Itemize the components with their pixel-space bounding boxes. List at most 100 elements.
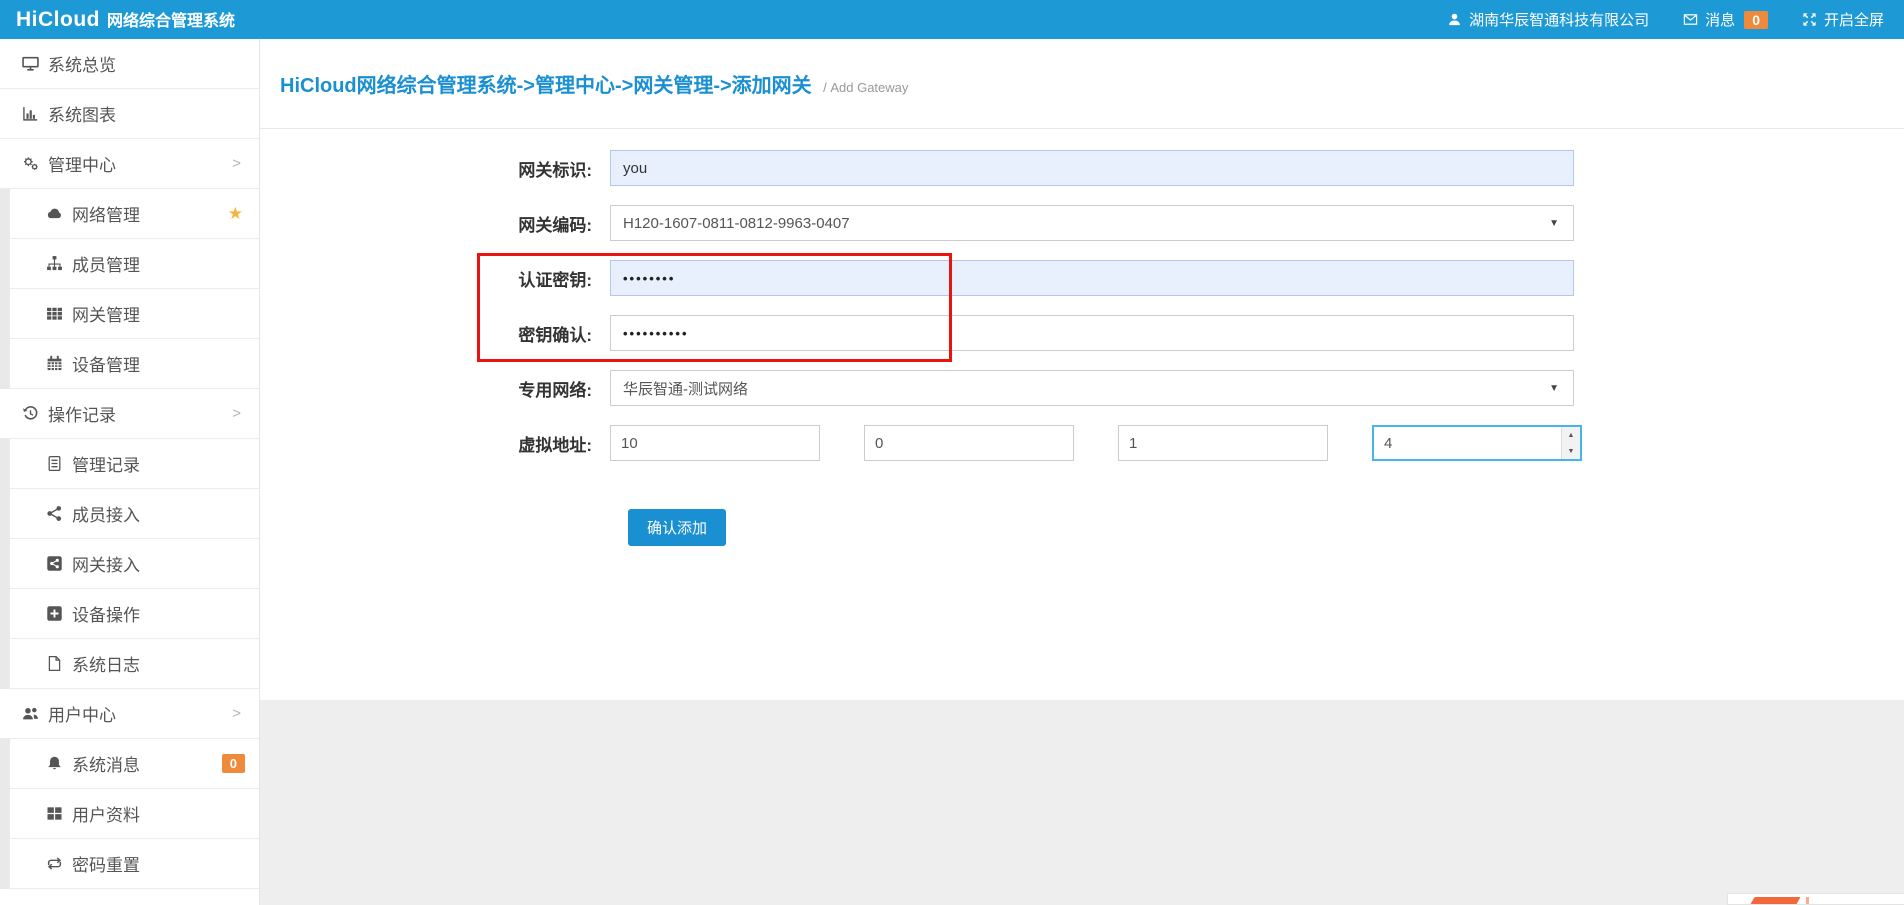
fullscreen-button[interactable]: 开启全屏 bbox=[1802, 9, 1884, 30]
gears-icon bbox=[22, 155, 39, 172]
sidebar-item-device-management[interactable]: 设备管理 bbox=[10, 339, 259, 389]
gateway-code-select[interactable]: H120-1607-0811-0812-9963-0407 ▼ bbox=[610, 205, 1574, 241]
messages-count-badge: 0 bbox=[1744, 11, 1768, 29]
gateway-id-input[interactable] bbox=[610, 150, 1574, 186]
gateway-code-value: H120-1607-0811-0812-9963-0407 bbox=[623, 215, 850, 232]
sidebar-item-label: 系统消息 bbox=[72, 751, 140, 776]
breadcrumb-path[interactable]: HiCloud网络综合管理系统->管理中心->网关管理->添加网关 bbox=[280, 75, 812, 97]
user-icon bbox=[1447, 12, 1462, 27]
spinner-down-icon[interactable]: ▼ bbox=[1562, 443, 1580, 459]
sidebar-item-label: 成员接入 bbox=[72, 501, 140, 526]
cloud-icon bbox=[46, 205, 63, 222]
caret-down-icon: ▼ bbox=[1549, 218, 1559, 229]
messages-count-badge: 0 bbox=[222, 754, 245, 773]
sidebar-item-gateway-access[interactable]: 网关接入 bbox=[10, 539, 259, 589]
sidebar-item-label: 密码重置 bbox=[72, 851, 140, 876]
octet-2-input[interactable] bbox=[864, 425, 1074, 461]
chevron-right-icon: > bbox=[232, 405, 241, 422]
fullscreen-label: 开启全屏 bbox=[1824, 9, 1884, 30]
octet-4-wrapper: ▲ ▼ bbox=[1372, 425, 1582, 461]
sidebar-item-label: 网络管理 bbox=[72, 201, 140, 226]
sidebar-item-label: 系统图表 bbox=[48, 101, 116, 126]
plus-square-icon bbox=[46, 605, 63, 622]
favorite-star-icon[interactable]: ★ bbox=[228, 204, 243, 224]
bell-icon bbox=[46, 755, 63, 772]
sidebar-item-label: 系统日志 bbox=[72, 651, 140, 676]
app-logo[interactable]: HiCloud 网络综合管理系统 bbox=[16, 7, 235, 32]
key-confirm-label: 密钥确认: bbox=[260, 321, 610, 346]
sidebar-item-network-management[interactable]: 网络管理 ★ bbox=[10, 189, 259, 239]
sidebar-item-label: 系统总览 bbox=[48, 51, 116, 76]
gateway-id-label: 网关标识: bbox=[260, 156, 610, 181]
auth-key-row: 认证密钥: bbox=[260, 260, 1904, 296]
messages-label: 消息 bbox=[1705, 9, 1735, 30]
history-icon bbox=[22, 405, 39, 422]
corner-widget-logo-bar bbox=[1806, 897, 1809, 905]
sidebar-item-device-operations[interactable]: 设备操作 bbox=[10, 589, 259, 639]
octet-4-input[interactable] bbox=[1372, 425, 1582, 461]
private-network-label: 专用网络: bbox=[260, 376, 610, 401]
company-name: 湖南华辰智通科技有限公司 bbox=[1469, 9, 1649, 30]
main-content: HiCloud网络综合管理系统->管理中心->网关管理->添加网关 / Add … bbox=[260, 39, 1904, 905]
chevron-right-icon: > bbox=[232, 705, 241, 722]
corner-widget-logo-icon bbox=[1749, 897, 1800, 905]
sidebar-item-system-overview[interactable]: 系统总览 bbox=[0, 39, 259, 89]
file-icon bbox=[46, 655, 63, 672]
octet-1-input[interactable] bbox=[610, 425, 820, 461]
sidebar-item-label: 用户中心 bbox=[48, 701, 116, 726]
repeat-icon bbox=[46, 855, 63, 872]
add-gateway-form: 网关标识: 网关编码: H120-1607-0811-0812-9963-040… bbox=[260, 129, 1904, 546]
sidebar-item-gateway-management[interactable]: 网关管理 bbox=[10, 289, 259, 339]
auth-key-input[interactable] bbox=[610, 260, 1574, 296]
corner-widget[interactable] bbox=[1727, 893, 1904, 905]
share-nodes-icon bbox=[46, 505, 63, 522]
sidebar-item-management-center[interactable]: 管理中心 > bbox=[0, 139, 259, 189]
bar-chart-icon bbox=[22, 105, 39, 122]
key-confirm-input[interactable] bbox=[610, 315, 1574, 351]
caret-down-icon: ▼ bbox=[1549, 383, 1559, 394]
sidebar-item-label: 管理中心 bbox=[48, 151, 116, 176]
sidebar-item-label: 网关管理 bbox=[72, 301, 140, 326]
sidebar-item-member-access[interactable]: 成员接入 bbox=[10, 489, 259, 539]
desktop-icon bbox=[22, 55, 39, 72]
grid-icon bbox=[46, 305, 63, 322]
sidebar-item-system-messages[interactable]: 系统消息 0 bbox=[10, 739, 259, 789]
management-center-submenu: 网络管理 ★ 成员管理 网关管理 设备管理 bbox=[0, 189, 259, 389]
calendar-icon bbox=[46, 355, 63, 372]
virtual-address-row: 虚拟地址: ▲ ▼ bbox=[260, 425, 1904, 461]
confirm-add-button[interactable]: 确认添加 bbox=[628, 509, 726, 546]
sidebar-item-system-logs[interactable]: 系统日志 bbox=[10, 639, 259, 689]
number-spinner[interactable]: ▲ ▼ bbox=[1561, 427, 1580, 459]
private-network-select[interactable]: 华辰智通-测试网络 ▼ bbox=[610, 370, 1574, 406]
sidebar-item-member-management[interactable]: 成员管理 bbox=[10, 239, 259, 289]
spinner-up-icon[interactable]: ▲ bbox=[1562, 427, 1580, 443]
private-network-value: 华辰智通-测试网络 bbox=[623, 378, 748, 399]
th-large-icon bbox=[46, 805, 63, 822]
sidebar-item-password-reset[interactable]: 密码重置 bbox=[10, 839, 259, 889]
sidebar-item-label: 网关接入 bbox=[72, 551, 140, 576]
messages-button[interactable]: 消息 0 bbox=[1683, 9, 1768, 30]
account-menu[interactable]: 湖南华辰智通科技有限公司 bbox=[1447, 9, 1649, 30]
virtual-address-label: 虚拟地址: bbox=[260, 431, 610, 456]
sidebar-item-user-center[interactable]: 用户中心 > bbox=[0, 689, 259, 739]
gateway-code-label: 网关编码: bbox=[260, 211, 610, 236]
operation-records-submenu: 管理记录 成员接入 网关接入 设备操作 系统日志 bbox=[0, 439, 259, 689]
sidebar-item-label: 成员管理 bbox=[72, 251, 140, 276]
gateway-code-row: 网关编码: H120-1607-0811-0812-9963-0407 ▼ bbox=[260, 205, 1904, 241]
sidebar-item-label: 管理记录 bbox=[72, 451, 140, 476]
users-icon bbox=[22, 705, 39, 722]
chevron-right-icon: > bbox=[232, 155, 241, 172]
octet-3-input[interactable] bbox=[1118, 425, 1328, 461]
header-actions: 湖南华辰智通科技有限公司 消息 0 开启全屏 bbox=[1447, 9, 1884, 30]
sidebar-nav: 系统总览 系统图表 管理中心 > 网络管理 ★ 成员管理 网关管理 bbox=[0, 39, 260, 905]
sidebar-item-system-charts[interactable]: 系统图表 bbox=[0, 89, 259, 139]
sidebar-item-management-records[interactable]: 管理记录 bbox=[10, 439, 259, 489]
sidebar-item-user-profile[interactable]: 用户资料 bbox=[10, 789, 259, 839]
content-panel: HiCloud网络综合管理系统->管理中心->网关管理->添加网关 / Add … bbox=[260, 39, 1904, 700]
key-confirm-row: 密钥确认: bbox=[260, 315, 1904, 351]
sidebar-item-operation-records[interactable]: 操作记录 > bbox=[0, 389, 259, 439]
top-header: HiCloud 网络综合管理系统 湖南华辰智通科技有限公司 消息 0 开启全屏 bbox=[0, 0, 1904, 39]
sidebar-item-label: 设备操作 bbox=[72, 601, 140, 626]
brand-subtitle: 网络综合管理系统 bbox=[107, 7, 235, 31]
virtual-address-octets: ▲ ▼ bbox=[610, 425, 1582, 461]
